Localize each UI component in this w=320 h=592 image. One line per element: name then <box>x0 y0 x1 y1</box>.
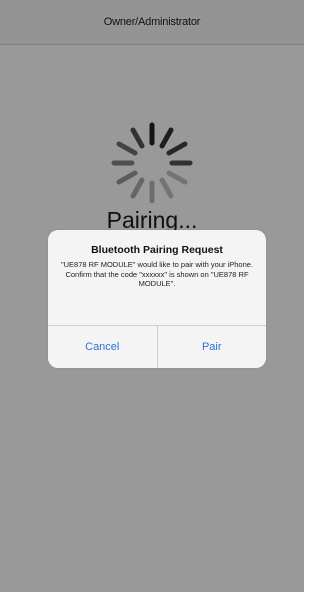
pair-button[interactable]: Pair <box>156 326 267 368</box>
alert-message: "UE878 RF MODULE" would like to pair wit… <box>60 260 254 288</box>
alert-title: Bluetooth Pairing Request <box>91 244 223 256</box>
alert-body: Bluetooth Pairing Request "UE878 RF MODU… <box>48 230 266 324</box>
alert-actions: Cancel Pair <box>48 325 266 368</box>
cancel-button[interactable]: Cancel <box>48 326 157 368</box>
bluetooth-pairing-alert: Bluetooth Pairing Request "UE878 RF MODU… <box>48 230 266 368</box>
phone-screen: Owner/Administrator Pairing... Bluetooth… <box>0 0 304 592</box>
